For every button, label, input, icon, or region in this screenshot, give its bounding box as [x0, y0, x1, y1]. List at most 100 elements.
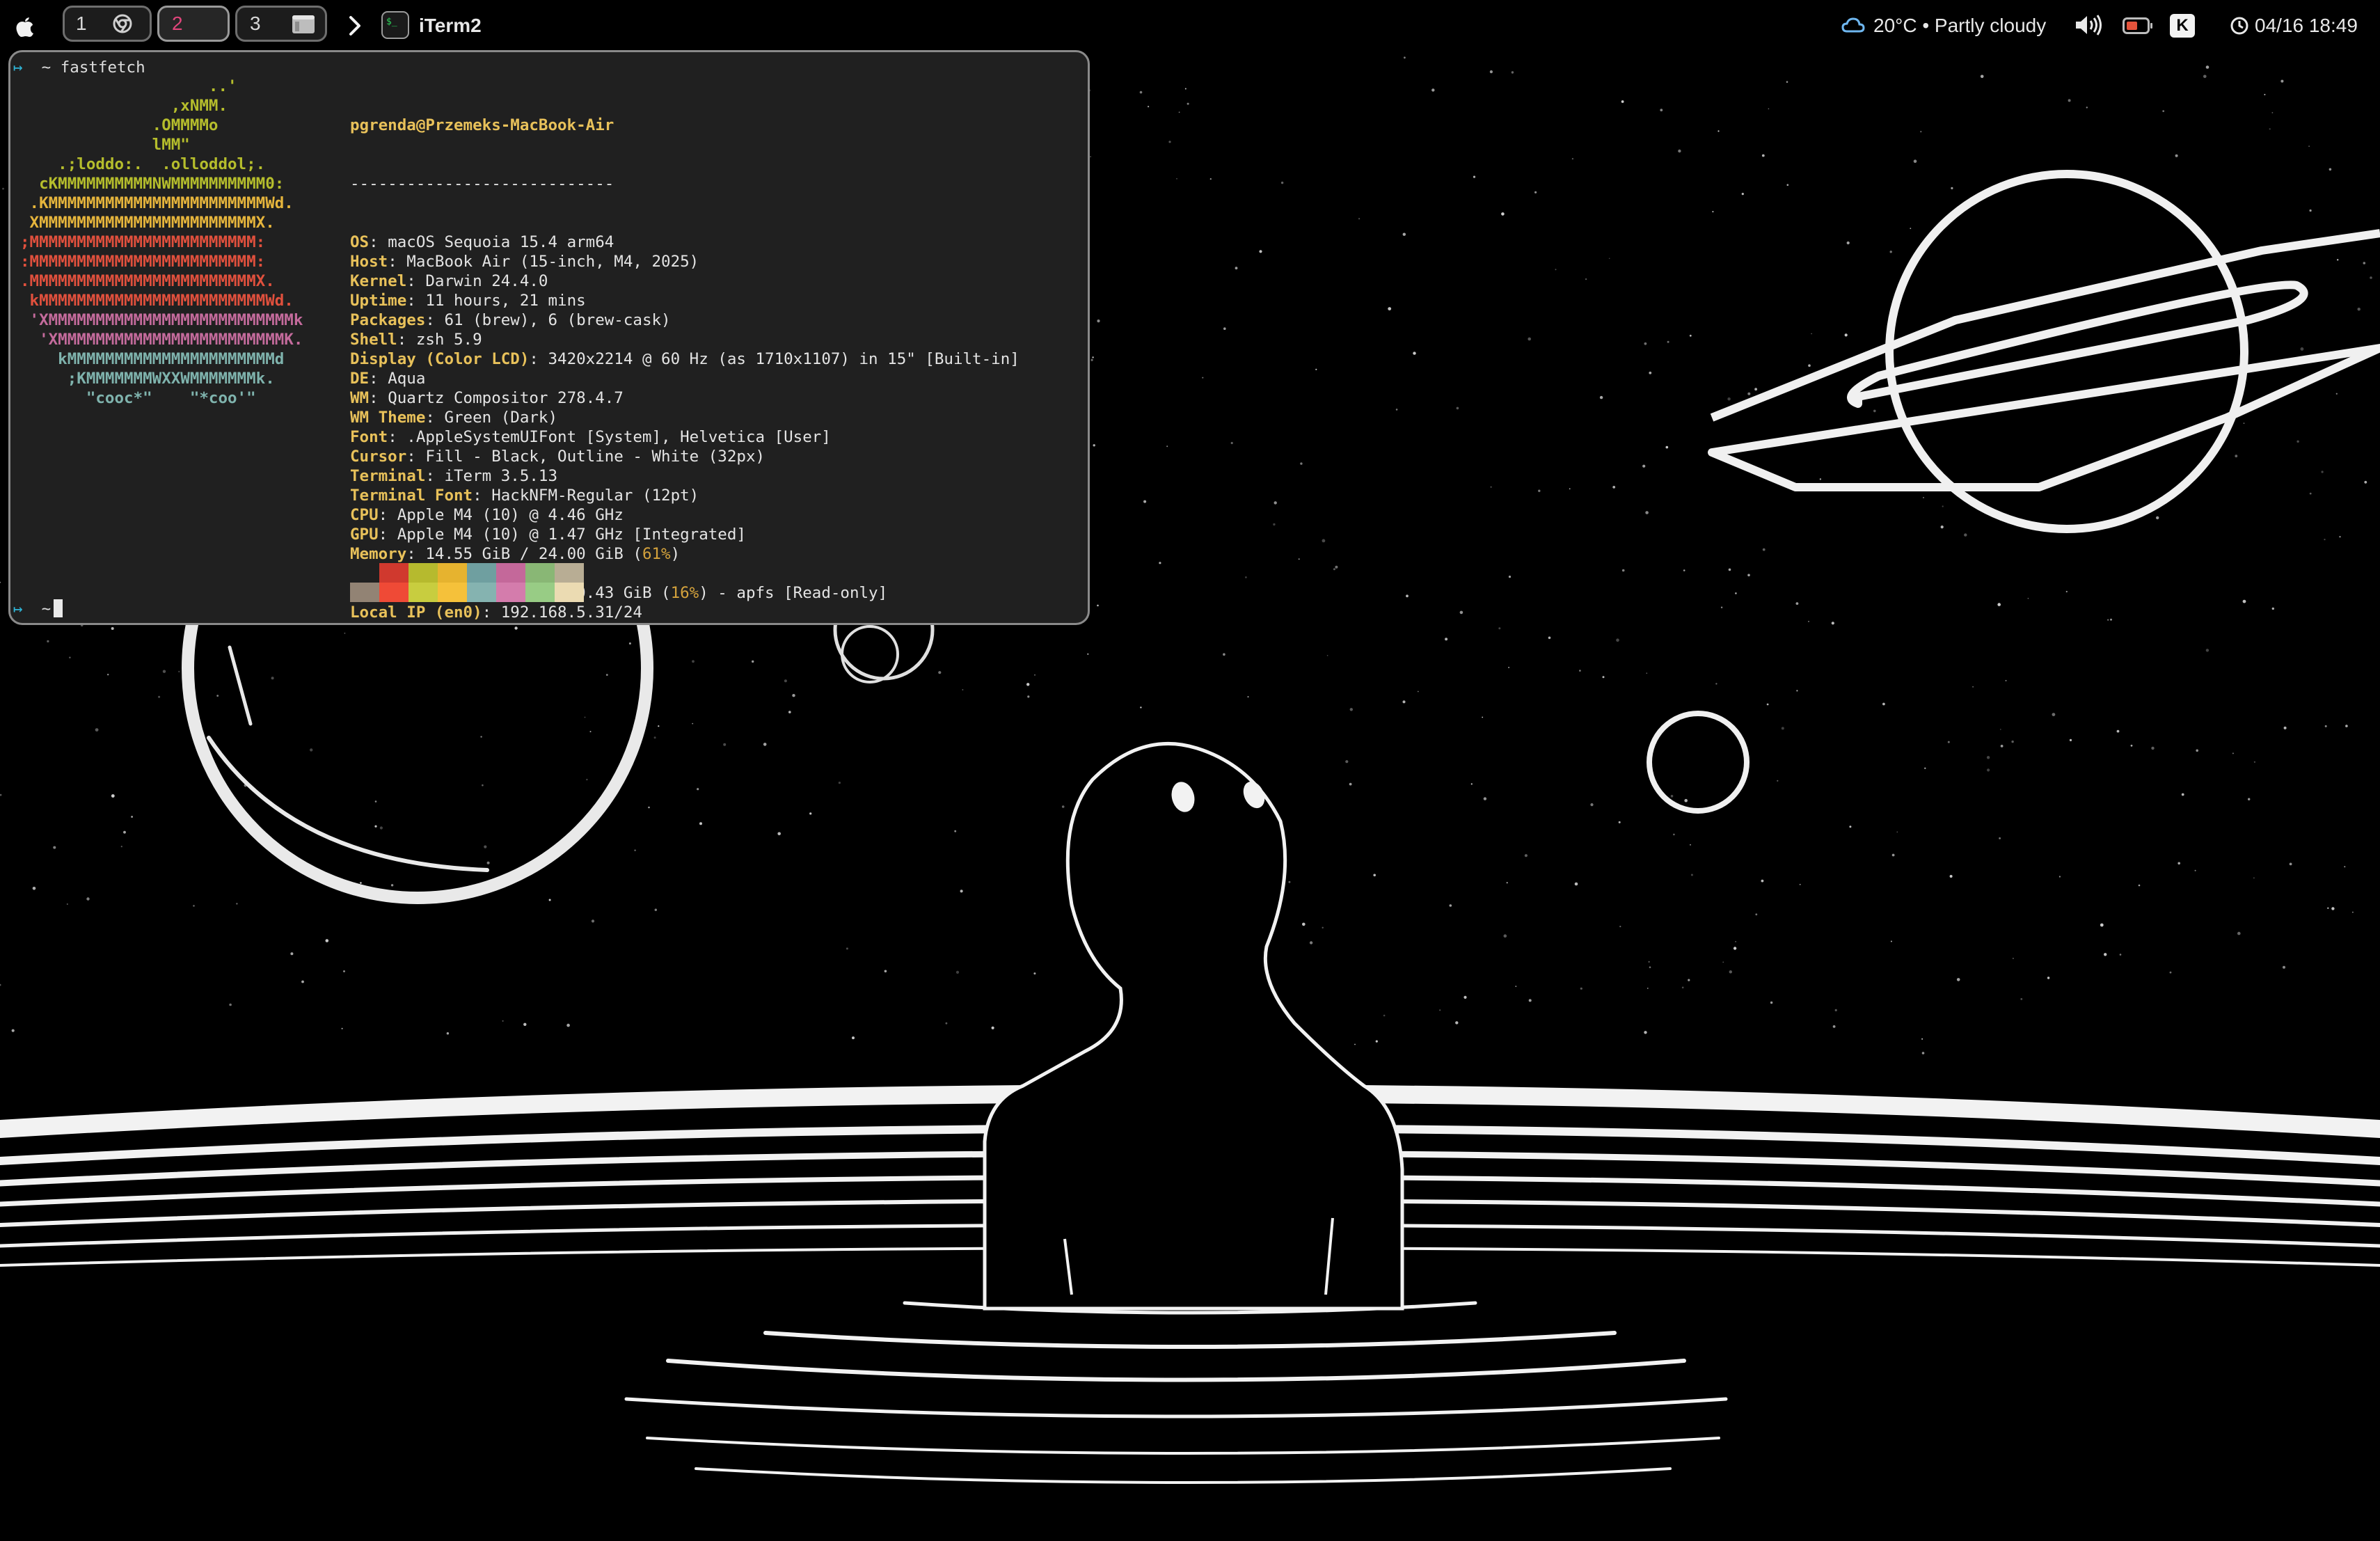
info-value: .AppleSystemUIFont [System], Helvetica [… [406, 428, 831, 446]
star [1612, 486, 1616, 489]
date-time[interactable]: 04/16 18:49 [2255, 0, 2358, 52]
star [584, 716, 586, 718]
star [1849, 825, 1852, 828]
star [1090, 358, 1093, 361]
logo-line: cKMMMMMMMMMMNWMMMMMMMMMM0: [20, 175, 285, 193]
space-1[interactable]: 1 [63, 6, 152, 42]
star [1956, 978, 1960, 981]
logo-line: ;KMMMMMMMWXXWMMMMMMMk. [20, 370, 275, 388]
star [1689, 334, 1692, 337]
star [1735, 592, 1737, 594]
star [1503, 934, 1507, 938]
info-value: 61 (brew), 6 (brew-cask) [444, 311, 671, 329]
star [2169, 971, 2172, 974]
apple-logo[interactable] [15, 15, 35, 38]
info-row: GPU: Apple M4 (10) @ 1.47 GHz [Integrate… [350, 525, 746, 544]
star [2086, 106, 2088, 109]
star [1470, 783, 1473, 785]
star [1033, 972, 1036, 975]
star [1449, 904, 1452, 907]
info-row: Uptime: 11 hours, 21 mins [350, 292, 586, 310]
star [2138, 884, 2141, 887]
star [1569, 488, 1571, 490]
color-palette [350, 563, 584, 602]
logo-line: :MMMMMMMMMMMMMMMMMMMMMMMM: [20, 253, 266, 271]
star [374, 800, 377, 803]
star [2324, 725, 2327, 727]
star [484, 845, 487, 848]
star [1097, 604, 1099, 607]
star [2175, 154, 2178, 157]
star [1061, 805, 1065, 808]
star [1223, 653, 1225, 656]
star [1811, 333, 1812, 335]
clock-icon [2230, 17, 2248, 35]
info-value: Apple M4 (10) @ 1.47 GHz [Integrated] [397, 525, 746, 544]
logo-line: "cooc*" "*coo'" [20, 389, 256, 407]
star [838, 782, 841, 784]
iterm2-icon[interactable]: $_ [381, 11, 409, 39]
color-swatch [467, 563, 496, 583]
star [1431, 88, 1435, 92]
star [1761, 879, 1764, 883]
info-row: Memory: 14.55 GiB / 24.00 GiB (61%) [350, 545, 681, 563]
star [2047, 977, 2050, 979]
star [1681, 986, 1684, 989]
star [486, 861, 490, 864]
color-swatch [408, 563, 438, 583]
logo-line: XMMMMMMMMMMMMMMMMMMMMMMMX. [20, 214, 275, 232]
space-2-number: 2 [172, 13, 183, 34]
star [2264, 93, 2266, 95]
star [1889, 251, 1892, 253]
star [1667, 340, 1669, 343]
star [1439, 1009, 1441, 1011]
info-key: Memory [350, 545, 407, 563]
active-prompt[interactable]: ↦ ~ [13, 599, 63, 619]
star [1762, 548, 1766, 551]
star [2205, 65, 2210, 69]
info-key: Local IP (en0) [350, 603, 482, 622]
space-2[interactable]: 2 [157, 6, 230, 42]
info-percent: 61% [642, 545, 671, 563]
star [2162, 110, 2165, 113]
star [1259, 250, 1262, 253]
star [1579, 670, 1581, 672]
keyboard-layout-badge[interactable]: K [2170, 14, 2195, 38]
star [236, 903, 238, 905]
info-row: Local IP (en0): 192.168.5.31/24 [350, 603, 642, 622]
star [1684, 798, 1688, 803]
star [628, 642, 631, 645]
star [379, 826, 383, 830]
weather-text[interactable]: 20°C • Partly cloudy [1873, 0, 2046, 52]
logo-line: .OMMMMo [20, 116, 219, 134]
info-value: iTerm 3.5.13 [444, 467, 558, 485]
star [1555, 269, 1557, 271]
info-row: WM: Quartz Compositor 278.4.7 [350, 389, 624, 407]
star [216, 695, 219, 697]
color-swatch [438, 563, 467, 583]
star [699, 822, 702, 825]
star [2300, 347, 2304, 351]
star [809, 812, 812, 815]
star [2335, 393, 2338, 395]
star [658, 725, 660, 727]
star [1159, 562, 1161, 564]
star [1508, 576, 1512, 578]
space-3[interactable]: 3 [235, 6, 327, 42]
speaker-icon[interactable] [2074, 14, 2106, 36]
prompt-directory: ~ [41, 600, 51, 618]
star [648, 806, 650, 809]
active-app-name[interactable]: iTerm2 [419, 0, 482, 52]
star [2065, 590, 2068, 593]
iterm2-window[interactable]: ↦ ~ fastfetch ..' ,xNMM. .OMMMMo lMM" .;… [8, 50, 1090, 625]
star [95, 728, 99, 732]
info-row: Terminal: iTerm 3.5.13 [350, 467, 558, 485]
star [1896, 831, 1898, 833]
svg-text:$_: $_ [386, 17, 397, 27]
star [111, 794, 115, 798]
star [178, 670, 180, 673]
star [2269, 128, 2271, 130]
color-swatch [525, 583, 555, 602]
star [1093, 444, 1095, 447]
battery-icon[interactable] [2123, 17, 2153, 34]
